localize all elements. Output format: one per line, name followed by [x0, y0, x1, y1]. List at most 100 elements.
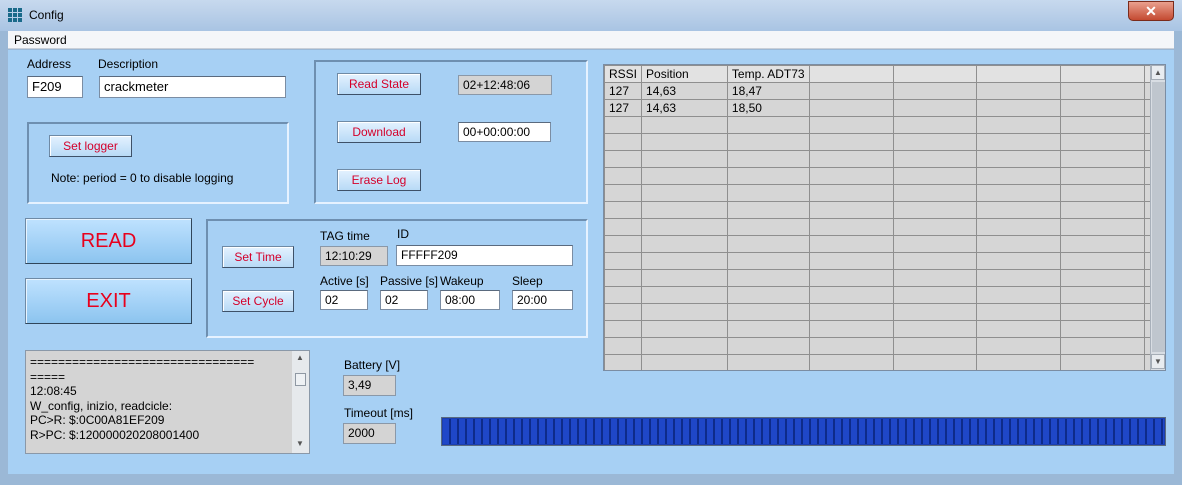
table-scroll-thumb[interactable]: [1152, 82, 1165, 352]
table-cell[interactable]: [604, 150, 643, 168]
table-cell[interactable]: [892, 99, 978, 117]
address-field[interactable]: F209: [27, 76, 83, 98]
table-cell[interactable]: [1060, 337, 1145, 355]
table-cell[interactable]: [1060, 99, 1145, 117]
table-cell[interactable]: [726, 201, 810, 219]
table-row[interactable]: [604, 133, 1165, 151]
table-cell[interactable]: [976, 320, 1062, 338]
table-cell[interactable]: [604, 320, 643, 338]
table-row[interactable]: [604, 150, 1165, 168]
table-cell[interactable]: [808, 303, 894, 321]
column-header[interactable]: Temp. ADT73: [726, 65, 810, 83]
table-cell[interactable]: [726, 116, 810, 134]
table-cell[interactable]: [976, 354, 1062, 370]
close-button[interactable]: ✕: [1128, 1, 1174, 21]
table-cell[interactable]: [1060, 269, 1145, 287]
table-row[interactable]: 127 14,63 18,47: [604, 82, 1165, 100]
log-scroll-up-icon[interactable]: ▲: [293, 351, 307, 366]
table-cell[interactable]: [1060, 184, 1145, 202]
menu-item-password[interactable]: Password: [14, 33, 67, 47]
download-button[interactable]: Download: [337, 121, 421, 143]
table-row[interactable]: [604, 252, 1165, 270]
table-cell[interactable]: [604, 201, 643, 219]
table-cell[interactable]: [808, 201, 894, 219]
table-cell[interactable]: [808, 354, 894, 370]
table-cell[interactable]: [892, 303, 978, 321]
column-header[interactable]: [976, 65, 1062, 83]
table-cell[interactable]: [892, 184, 978, 202]
table-cell[interactable]: [1060, 286, 1145, 304]
exit-button[interactable]: EXIT: [25, 278, 192, 324]
table-cell[interactable]: [604, 116, 643, 134]
table-cell[interactable]: [1060, 235, 1145, 253]
read-state-button[interactable]: Read State: [337, 73, 421, 95]
table-row[interactable]: [604, 201, 1165, 219]
column-header[interactable]: [892, 65, 978, 83]
table-cell[interactable]: [604, 184, 643, 202]
table-cell[interactable]: [641, 167, 728, 185]
table-cell[interactable]: [808, 269, 894, 287]
table-cell[interactable]: [1060, 252, 1145, 270]
table-cell[interactable]: [604, 133, 643, 151]
table-cell[interactable]: [1060, 303, 1145, 321]
table-cell[interactable]: [1060, 201, 1145, 219]
table-cell[interactable]: [892, 82, 978, 100]
table-cell[interactable]: [892, 150, 978, 168]
table-cell[interactable]: [892, 320, 978, 338]
table-cell[interactable]: [976, 167, 1062, 185]
table-cell[interactable]: [808, 286, 894, 304]
column-header[interactable]: [1060, 65, 1145, 83]
table-cell[interactable]: [1060, 150, 1145, 168]
table-row[interactable]: [604, 303, 1165, 321]
table-cell[interactable]: [892, 286, 978, 304]
table-cell[interactable]: [641, 354, 728, 370]
table-cell[interactable]: [976, 269, 1062, 287]
table-cell[interactable]: [641, 337, 728, 355]
table-cell[interactable]: [808, 218, 894, 236]
table-cell[interactable]: [808, 82, 894, 100]
column-header[interactable]: [808, 65, 894, 83]
table-cell[interactable]: [976, 252, 1062, 270]
table-cell[interactable]: 127: [604, 82, 643, 100]
table-row[interactable]: [604, 167, 1165, 185]
table-cell[interactable]: [892, 337, 978, 355]
table-cell[interactable]: [641, 116, 728, 134]
table-cell[interactable]: [726, 286, 810, 304]
table-cell[interactable]: [604, 286, 643, 304]
table-cell[interactable]: [1060, 82, 1145, 100]
table-cell[interactable]: [726, 269, 810, 287]
table-cell[interactable]: [976, 116, 1062, 134]
table-cell[interactable]: [808, 99, 894, 117]
table-cell[interactable]: [892, 354, 978, 370]
table-row[interactable]: [604, 320, 1165, 338]
table-cell[interactable]: [892, 235, 978, 253]
table-cell[interactable]: [641, 133, 728, 151]
table-cell[interactable]: [1060, 133, 1145, 151]
table-cell[interactable]: [892, 116, 978, 134]
table-cell[interactable]: [892, 252, 978, 270]
table-row[interactable]: [604, 235, 1165, 253]
table-cell[interactable]: [604, 235, 643, 253]
table-cell[interactable]: [641, 201, 728, 219]
table-cell[interactable]: [726, 354, 810, 370]
table-cell[interactable]: [641, 235, 728, 253]
table-cell[interactable]: [1060, 320, 1145, 338]
table-cell[interactable]: 18,50: [726, 99, 810, 117]
table-cell[interactable]: [641, 303, 728, 321]
table-cell[interactable]: 14,63: [641, 82, 728, 100]
table-cell[interactable]: [1060, 218, 1145, 236]
table-cell[interactable]: [641, 184, 728, 202]
table-cell[interactable]: [976, 201, 1062, 219]
log-scroll-thumb[interactable]: [295, 373, 306, 386]
table-cell[interactable]: [1060, 116, 1145, 134]
set-logger-button[interactable]: Set logger: [49, 135, 132, 157]
table-row[interactable]: [604, 184, 1165, 202]
table-cell[interactable]: [726, 133, 810, 151]
table-cell[interactable]: [726, 184, 810, 202]
table-cell[interactable]: [726, 320, 810, 338]
table-row[interactable]: [604, 269, 1165, 287]
table-cell[interactable]: [604, 354, 643, 370]
table-cell[interactable]: [808, 167, 894, 185]
table-cell[interactable]: [808, 320, 894, 338]
table-cell[interactable]: [808, 116, 894, 134]
